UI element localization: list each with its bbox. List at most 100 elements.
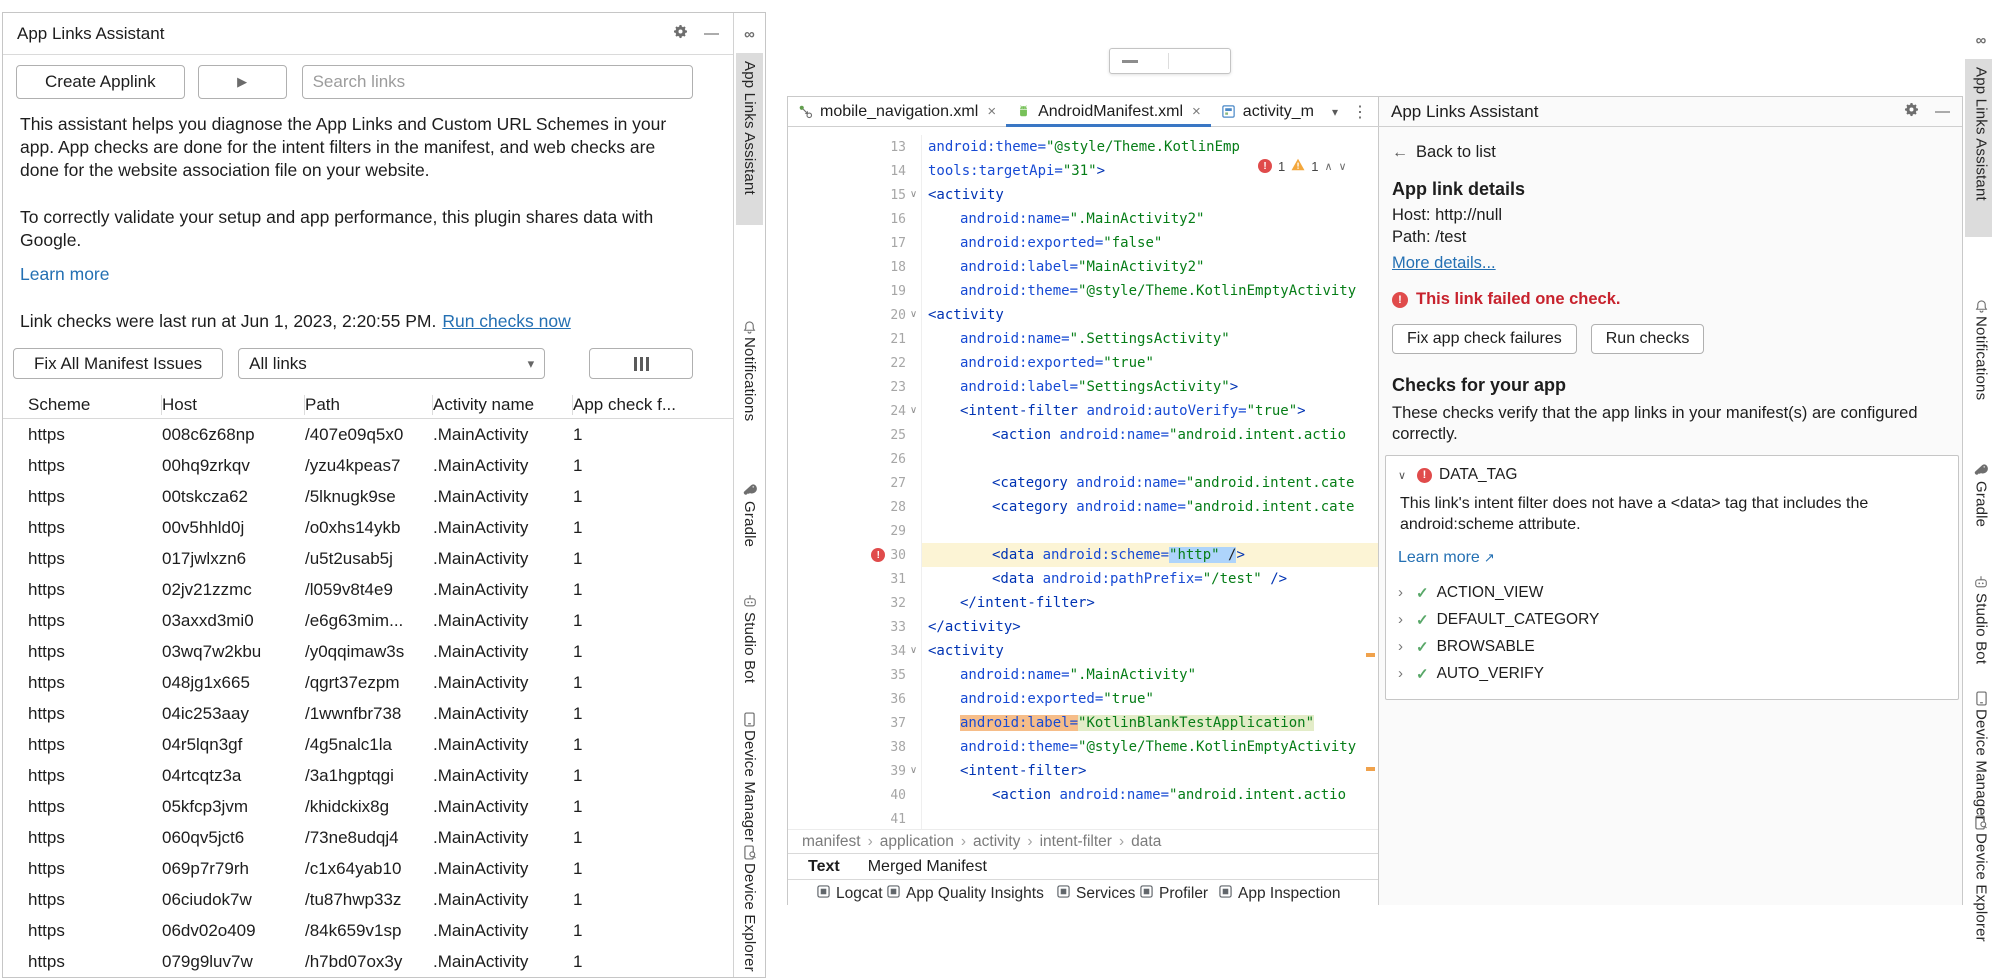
tool-strip-tab-device-explorer[interactable]: Device Explorer — [1973, 833, 1990, 942]
column-header-app-check-f[interactable]: App check f... — [573, 395, 693, 415]
code-line[interactable]: 18android:label="MainActivity2" — [788, 255, 1378, 279]
table-row[interactable]: https00tskcza62/5lknugk9se.MainActivity1 — [3, 481, 733, 512]
code-line[interactable]: !30<data android:scheme="http" /> — [788, 543, 1378, 567]
scrollbar-warning-mark[interactable] — [1366, 653, 1375, 657]
previous-issue-icon[interactable]: ∧ — [1324, 160, 1332, 173]
tool-strip-tab-notifications[interactable]: Notifications — [741, 337, 758, 421]
passed-check-row-auto-verify[interactable]: ›✓AUTO_VERIFY — [1398, 660, 1946, 687]
create-applink-button[interactable]: Create Applink — [16, 65, 185, 99]
code-line[interactable]: 28<category android:name="android.intent… — [788, 495, 1378, 519]
fix-all-manifest-issues-button[interactable]: Fix All Manifest Issues — [13, 348, 223, 379]
table-row[interactable]: https05kfcp3jvm/khidckix8g.MainActivity1 — [3, 791, 733, 822]
code-line[interactable]: 31<data android:pathPrefix="/test" /> — [788, 567, 1378, 591]
tool-strip-tab-gradle[interactable]: Gradle — [1973, 481, 1990, 527]
tool-window-button-profiler[interactable]: Profiler — [1140, 885, 1208, 903]
code-editor[interactable]: ! 1 1 ∧ ∨ 13android:theme="@style/Theme.… — [788, 127, 1378, 829]
next-issue-icon[interactable]: ∨ — [1339, 160, 1347, 173]
table-row[interactable]: https008c6z68np/407e09q5x0.MainActivity1 — [3, 419, 733, 450]
tool-strip-tab-device-explorer[interactable]: Device Explorer — [741, 863, 758, 972]
links-filter-dropdown[interactable]: All links ▾ — [238, 348, 545, 379]
table-row[interactable]: https017jwlxzn6/u5t2usab5j.MainActivity1 — [3, 543, 733, 574]
code-line[interactable]: 22android:exported="true" — [788, 351, 1378, 375]
code-line[interactable]: 38android:theme="@style/Theme.KotlinEmpt… — [788, 735, 1378, 759]
editor-tab-mobile-navigation-xml[interactable]: mobile_navigation.xml× — [788, 97, 1006, 127]
tool-window-button-logcat[interactable]: Logcat — [817, 885, 883, 903]
column-header-scheme[interactable]: Scheme — [28, 395, 162, 415]
tool-window-button-app-quality-insights[interactable]: App Quality Insights — [887, 885, 1044, 903]
table-row[interactable]: https04rtcqtz3a/3a1hgptqgi.MainActivity1 — [3, 760, 733, 791]
table-row[interactable]: https03axxd3mi0/e6g63mim....MainActivity… — [3, 605, 733, 636]
code-line[interactable]: 33</activity> — [788, 615, 1378, 639]
breadcrumb-item-manifest[interactable]: manifest — [802, 833, 861, 851]
columns-button[interactable] — [589, 348, 693, 379]
minimize-icon[interactable]: — — [1935, 103, 1950, 120]
code-line[interactable]: 21android:name=".SettingsActivity" — [788, 327, 1378, 351]
breadcrumb-item-data[interactable]: data — [1131, 833, 1161, 851]
editor-tab-androidmanifest-xml[interactable]: AndroidManifest.xml× — [1006, 97, 1211, 127]
passed-check-row-default-category[interactable]: ›✓DEFAULT_CATEGORY — [1398, 606, 1946, 633]
close-icon[interactable]: × — [987, 103, 996, 120]
table-row[interactable]: https06dv02o409/84k659v1sp.MainActivity1 — [3, 915, 733, 946]
tool-window-button-app-inspection[interactable]: App Inspection — [1219, 885, 1341, 903]
table-row[interactable]: https03wq7w2kbu/y0qqimaw3s.MainActivity1 — [3, 636, 733, 667]
scrollbar-warning-mark[interactable] — [1366, 767, 1375, 771]
breadcrumb-item-activity[interactable]: activity — [973, 833, 1020, 851]
code-line[interactable]: 17android:exported="false" — [788, 231, 1378, 255]
table-row[interactable]: https00hq9zrkqv/yzu4kpeas7.MainActivity1 — [3, 450, 733, 481]
code-line[interactable]: 29 — [788, 519, 1378, 543]
breadcrumb-item-intent-filter[interactable]: intent-filter — [1040, 833, 1112, 851]
settings-gear-icon[interactable] — [1904, 102, 1919, 122]
passed-check-row-browsable[interactable]: ›✓BROWSABLE — [1398, 633, 1946, 660]
back-to-list-link[interactable]: ← Back to list — [1392, 143, 1948, 162]
tool-strip-tab-studio-bot[interactable]: Studio Bot — [1973, 593, 1990, 664]
code-line[interactable]: 39∨<intent-filter> — [788, 759, 1378, 783]
table-row[interactable]: https00v5hhld0j/o0xhs14ykb.MainActivity1 — [3, 512, 733, 543]
run-button[interactable]: ▶ — [198, 65, 287, 99]
close-icon[interactable]: × — [1192, 103, 1201, 120]
code-line[interactable]: 26 — [788, 447, 1378, 471]
table-row[interactable]: https079g9luv7w/h7bd07ox3y.MainActivity1 — [3, 946, 733, 977]
column-header-activity-name[interactable]: Activity name — [433, 395, 573, 415]
code-line[interactable]: 20∨<activity — [788, 303, 1378, 327]
bottom-tab-text[interactable]: Text — [808, 858, 840, 876]
editor-tab-activity-m[interactable]: activity_m — [1211, 97, 1324, 127]
run-checks-button[interactable]: Run checks — [1591, 324, 1705, 354]
breadcrumb-item-application[interactable]: application — [880, 833, 954, 851]
tab-list-chevron-icon[interactable]: ▾ — [1332, 105, 1338, 119]
column-header-host[interactable]: Host — [162, 395, 305, 415]
table-row[interactable]: https04r5lqn3gf/4g5nalc1la.MainActivity1 — [3, 729, 733, 760]
passed-check-row-action-view[interactable]: ›✓ACTION_VIEW — [1398, 579, 1946, 606]
check-learn-more-link[interactable]: Learn more — [1398, 549, 1480, 567]
table-row[interactable]: https048jg1x665/qgrt37ezpm.MainActivity1 — [3, 667, 733, 698]
code-line[interactable]: 40<action android:name="android.intent.a… — [788, 783, 1378, 807]
code-line[interactable]: 41 — [788, 807, 1378, 829]
tool-strip-tab-device-manager[interactable]: Device Manager — [1973, 709, 1990, 821]
table-row[interactable]: https04ic253aay/1wwnfbr738.MainActivity1 — [3, 698, 733, 729]
tool-strip-tab-app-links-assistant[interactable]: App Links Assistant — [741, 61, 758, 195]
column-header-path[interactable]: Path — [305, 395, 433, 415]
table-row[interactable]: https069p7r79rh/c1x64yab10.MainActivity1 — [3, 853, 733, 884]
tool-strip-tab-studio-bot[interactable]: Studio Bot — [741, 612, 758, 683]
code-line[interactable]: 27<category android:name="android.intent… — [788, 471, 1378, 495]
search-links-input[interactable] — [302, 65, 693, 99]
table-row[interactable]: https06ciudok7w/tu87hwp33z.MainActivity1 — [3, 884, 733, 915]
code-line[interactable]: 19android:theme="@style/Theme.KotlinEmpt… — [788, 279, 1378, 303]
learn-more-link[interactable]: Learn more — [20, 264, 110, 285]
table-row[interactable]: https060qv5jct6/73ne8udqj4.MainActivity1 — [3, 822, 733, 853]
bottom-tab-merged-manifest[interactable]: Merged Manifest — [868, 858, 987, 876]
tab-options-kebab-icon[interactable]: ⋮ — [1352, 102, 1368, 122]
code-line[interactable]: 15∨<activity — [788, 183, 1378, 207]
tool-strip-tab-notifications[interactable]: Notifications — [1973, 316, 1990, 400]
code-line[interactable]: 36android:exported="true" — [788, 687, 1378, 711]
code-line[interactable]: 16android:name=".MainActivity2" — [788, 207, 1378, 231]
code-line[interactable]: 25<action android:name="android.intent.a… — [788, 423, 1378, 447]
code-line[interactable]: 32</intent-filter> — [788, 591, 1378, 615]
code-line[interactable]: 23android:label="SettingsActivity"> — [788, 375, 1378, 399]
code-line[interactable]: 37android:label="KotlinBlankTestApplicat… — [788, 711, 1378, 735]
code-line[interactable]: 34∨<activity — [788, 639, 1378, 663]
settings-gear-icon[interactable] — [673, 24, 688, 44]
more-details-link[interactable]: More details... — [1392, 254, 1496, 273]
fix-app-check-failures-button[interactable]: Fix app check failures — [1392, 324, 1577, 354]
code-line[interactable]: 24∨<intent-filter android:autoVerify="tr… — [788, 399, 1378, 423]
minimize-icon[interactable]: — — [704, 25, 719, 42]
